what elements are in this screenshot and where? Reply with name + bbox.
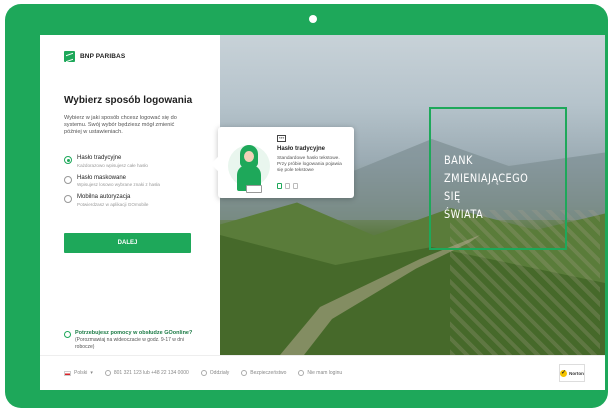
tablet-frame: BNP PARIBAS Wybierz sposób logowania Wyb… (5, 4, 608, 408)
slogan-line-2: ZMIENIAJĄCEGO (444, 171, 529, 185)
login-screen: BNP PARIBAS Wybierz sposób logowania Wyb… (40, 35, 605, 390)
chevron-down-icon: ▾ (90, 370, 93, 376)
bnp-logo-icon (64, 51, 75, 62)
option-description: Każdorazowo wpisujesz całe hasło (77, 162, 148, 168)
language-selector[interactable]: Polski ▾ (64, 370, 93, 376)
lock-icon (277, 183, 282, 189)
help-section: Potrzebujesz pomocy w obsłudze GOonline?… (64, 330, 192, 350)
help-text: (Porozmawiaj na wideoczacie w godz. 9-17… (75, 337, 184, 350)
shield-icon (241, 370, 248, 376)
option-info-popup: *** Hasło tradycyjne Standardowe hasło t… (218, 127, 354, 198)
bank-logo[interactable]: BNP PARIBAS (64, 51, 125, 62)
slogan-line-3: SIĘ (444, 189, 461, 203)
login-panel: BNP PARIBAS Wybierz sposób logowania Wyb… (40, 35, 220, 355)
phone-contact[interactable]: 801 321 123 lub +48 22 134 0000 (104, 370, 189, 376)
next-button[interactable]: DALEJ (64, 233, 191, 253)
radio-mobile-authorization[interactable] (64, 195, 72, 203)
bank-name: BNP PARIBAS (80, 53, 126, 60)
slogan-line-4: ŚWIATA (444, 207, 484, 221)
radio-masked-password[interactable] (64, 175, 72, 184)
option-description: Wpisujesz losowo wybrane znaki z hasła (77, 182, 160, 187)
user-icon (298, 370, 305, 376)
intro-text: Wybierz w jaki sposób chcesz logować się… (64, 115, 177, 136)
option-description: Potwierdzasz w aplikacji GOmobile (77, 201, 149, 207)
footer: Polski ▾ 801 321 123 lub +48 22 134 0000… (40, 355, 605, 390)
branches-label: Oddziały (209, 370, 230, 376)
lock-icon (293, 183, 298, 189)
option-mobile-authorization[interactable]: Mobilna autoryzacja Potwierdzasz w aplik… (64, 194, 160, 208)
popup-description: Standardowe hasło tekstowe. Przy próbie … (277, 156, 342, 173)
no-login-label: Nie mam loginu (307, 370, 343, 376)
help-link[interactable]: Potrzebujesz pomocy w obsłudze GOonline? (75, 330, 192, 337)
option-traditional-password[interactable]: Hasło tradycyjne Każdorazowo wpisujesz c… (64, 155, 160, 169)
option-label: Hasło maskowane (77, 174, 127, 181)
polish-flag-icon (64, 370, 71, 376)
norton-badge[interactable]: ✓ Norton (559, 364, 585, 382)
chat-help-icon (64, 331, 71, 338)
option-masked-password[interactable]: Hasło maskowane Wpisujesz losowo wybrane… (64, 175, 160, 189)
radio-traditional-password[interactable] (64, 156, 72, 164)
slogan-line-1: BANK (444, 153, 473, 167)
camera-icon (309, 15, 317, 23)
popup-icons (277, 183, 298, 189)
popup-title: Hasło tradycyjne (277, 146, 326, 152)
branches-link[interactable]: Oddziały (200, 370, 230, 376)
phone-icon (104, 370, 111, 376)
check-icon: ✓ (560, 369, 568, 377)
security-label: Bezpieczeństwo (250, 370, 287, 376)
lock-icon (285, 183, 290, 189)
norton-label: Norton (569, 370, 584, 376)
option-label: Mobilna autoryzacja (77, 194, 131, 200)
security-link[interactable]: Bezpieczeństwo (241, 370, 286, 376)
password-badge: *** (277, 135, 287, 142)
login-method-options: Hasło tradycyjne Każdorazowo wpisujesz c… (64, 155, 160, 214)
page-title: Wybierz sposób logowania (64, 95, 193, 106)
option-label: Hasło tradycyjne (77, 155, 122, 161)
no-login-link[interactable]: Nie mam loginu (298, 370, 342, 376)
phone-label: 801 321 123 lub +48 22 134 0000 (113, 370, 189, 376)
language-label: Polski (74, 370, 88, 376)
location-icon (200, 370, 207, 376)
woman-with-card-illustration (226, 135, 271, 193)
